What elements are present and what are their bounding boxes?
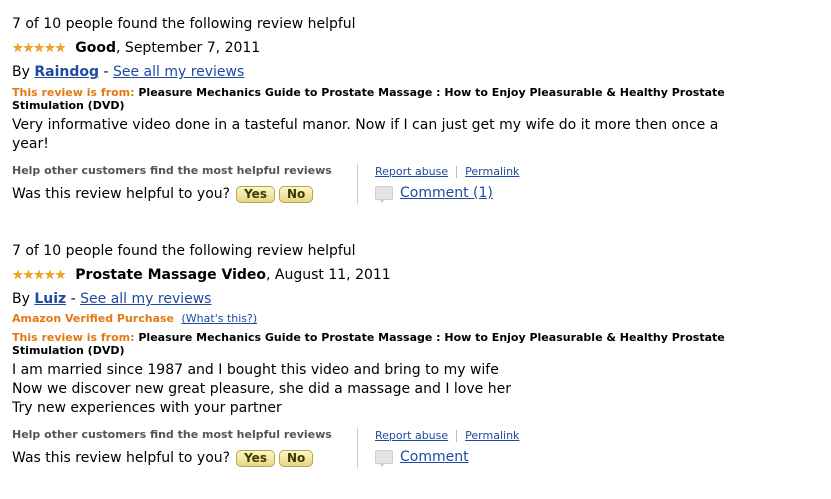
review-title-row: ★★★★★ Good , September 7, 2011: [12, 36, 822, 60]
was-helpful-label: Was this review helpful to you?: [12, 450, 231, 466]
review-body: I am married since 1987 and I bought thi…: [12, 361, 752, 418]
by-prefix: By: [12, 291, 35, 307]
no-button[interactable]: No: [278, 449, 314, 467]
review-body-line: Very informative video done in a tastefu…: [12, 117, 719, 152]
review-1: 7 of 10 people found the following revie…: [12, 14, 822, 206]
review-body-line: Try new experiences with your partner: [12, 400, 282, 416]
vote-row: Was this review helpful to you? Yes No: [12, 183, 352, 205]
comment-icon: [375, 450, 393, 467]
divider: [357, 428, 358, 468]
review-body-line: Now we discover new great pleasure, she …: [12, 381, 511, 397]
helpful-count: 7 of 10 people found the following revie…: [12, 16, 356, 32]
byline-dash: -: [99, 64, 113, 80]
review-actions: Help other customers find the most helpf…: [12, 164, 822, 206]
star-rating-icon: ★★★★★: [12, 40, 66, 56]
review-body-line: I am married since 1987 and I bought thi…: [12, 362, 499, 378]
review-from: This review is from: Pleasure Mechanics …: [12, 86, 742, 112]
report-abuse-link[interactable]: Report abuse: [375, 165, 448, 179]
review-title: Good: [75, 40, 117, 56]
from-label: This review is from:: [12, 331, 139, 344]
review-title: Prostate Massage Video: [75, 267, 267, 283]
star-rating-icon: ★★★★★: [12, 267, 66, 283]
see-all-reviews-link[interactable]: See all my reviews: [80, 291, 211, 307]
review-body: Very informative video done in a tastefu…: [12, 116, 752, 154]
no-button[interactable]: No: [278, 185, 314, 203]
review-date: , September 7, 2011: [116, 40, 261, 56]
review-actions: Help other customers find the most helpf…: [12, 428, 822, 470]
byline: By Luiz - See all my reviews: [12, 289, 822, 311]
verified-purchase-label: Amazon Verified Purchase: [12, 312, 175, 325]
author-link[interactable]: Luiz: [34, 291, 66, 307]
byline-dash: -: [66, 291, 81, 307]
permalink-link[interactable]: Permalink: [465, 429, 519, 443]
comment-link[interactable]: Comment: [400, 449, 469, 465]
review-title-row: ★★★★★ Prostate Massage Video , August 11…: [12, 263, 822, 287]
permalink-link[interactable]: Permalink: [465, 165, 519, 179]
review-date: , August 11, 2011: [266, 267, 391, 283]
comment-link[interactable]: Comment (1): [400, 185, 493, 201]
separator: [456, 166, 458, 178]
review-from: This review is from: Pleasure Mechanics …: [12, 331, 742, 357]
byline: By Raindog - See all my reviews: [12, 62, 822, 84]
helpful-count: 7 of 10 people found the following revie…: [12, 243, 356, 259]
by-prefix: By: [12, 64, 35, 80]
help-heading: Help other customers find the most helpf…: [12, 164, 332, 177]
was-helpful-label: Was this review helpful to you?: [12, 186, 231, 202]
vote-row: Was this review helpful to you? Yes No: [12, 447, 352, 469]
from-label: This review is from:: [12, 86, 139, 99]
verified-purchase: Amazon Verified Purchase (What's this?): [12, 311, 822, 329]
report-abuse-link[interactable]: Report abuse: [375, 429, 448, 443]
author-link[interactable]: Raindog: [34, 64, 99, 80]
divider: [357, 164, 358, 204]
yes-button[interactable]: Yes: [236, 185, 275, 203]
whats-this-link[interactable]: (What's this?): [182, 312, 258, 325]
comment-icon: [375, 186, 393, 203]
separator: [456, 430, 458, 442]
see-all-reviews-link[interactable]: See all my reviews: [113, 64, 244, 80]
review-2: 7 of 10 people found the following revie…: [12, 241, 822, 470]
help-heading: Help other customers find the most helpf…: [12, 428, 332, 441]
yes-button[interactable]: Yes: [236, 449, 275, 467]
